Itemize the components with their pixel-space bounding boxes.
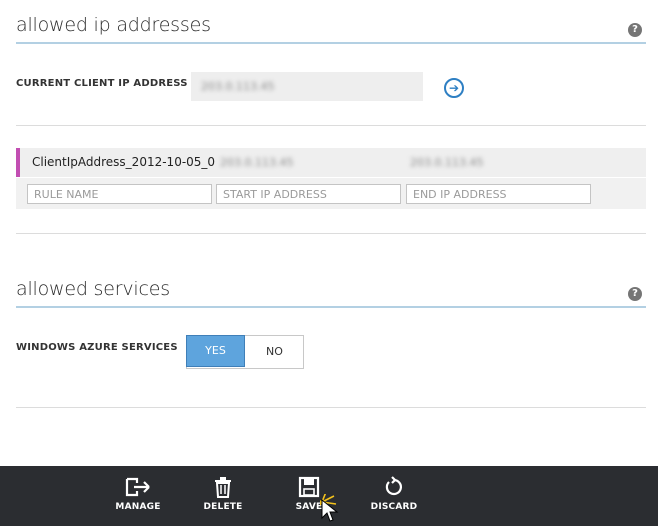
help-icon[interactable]: ?	[628, 23, 642, 37]
arrow-circle-icon: ➔	[448, 81, 460, 95]
section-rule	[16, 306, 646, 308]
manage-label: MANAGE	[115, 502, 161, 512]
ip-rule-row[interactable]: ClientIpAddress_2012-10-05_0 203.0.113.4…	[16, 148, 646, 177]
section-rule	[16, 42, 646, 44]
azure-services-toggle[interactable]: YES NO	[186, 335, 304, 369]
new-rule-row	[16, 178, 646, 209]
divider	[16, 125, 646, 126]
divider	[16, 407, 646, 408]
current-client-ip-value: 203.0.113.45	[201, 80, 275, 93]
current-client-ip-field: 203.0.113.45	[191, 72, 423, 101]
start-ip-input[interactable]	[216, 184, 401, 204]
rule-start-ip: 203.0.113.45	[220, 156, 294, 169]
discard-button[interactable]: DISCARD	[370, 466, 418, 526]
delete-label: DELETE	[203, 502, 243, 512]
allowed-services-title: allowed services	[16, 278, 170, 300]
current-client-ip-label: CURRENT CLIENT IP ADDRESS	[16, 78, 188, 89]
manage-icon	[125, 477, 150, 497]
row-accent-bar	[16, 148, 20, 177]
manage-button[interactable]: MANAGE	[112, 466, 164, 526]
rule-end-ip: 203.0.113.45	[410, 156, 484, 169]
end-ip-input[interactable]	[406, 184, 591, 204]
allowed-ip-title: allowed ip addresses	[16, 14, 211, 36]
windows-azure-services-label: WINDOWS AZURE SERVICES	[16, 342, 178, 353]
discard-label: DISCARD	[370, 502, 418, 512]
delete-button[interactable]: DELETE	[200, 466, 246, 526]
discard-icon	[385, 476, 402, 496]
add-to-allowed-ip-button[interactable]: ➔	[444, 78, 464, 98]
rule-name-input[interactable]	[27, 184, 212, 204]
help-icon[interactable]: ?	[628, 287, 642, 301]
toggle-no-button[interactable]: NO	[246, 336, 303, 368]
divider	[16, 233, 646, 234]
delete-icon	[215, 477, 231, 498]
toggle-yes-button[interactable]: YES	[186, 335, 245, 367]
mouse-cursor-icon	[320, 494, 339, 522]
save-icon	[298, 476, 320, 498]
rule-name: ClientIpAddress_2012-10-05_0	[32, 155, 216, 169]
